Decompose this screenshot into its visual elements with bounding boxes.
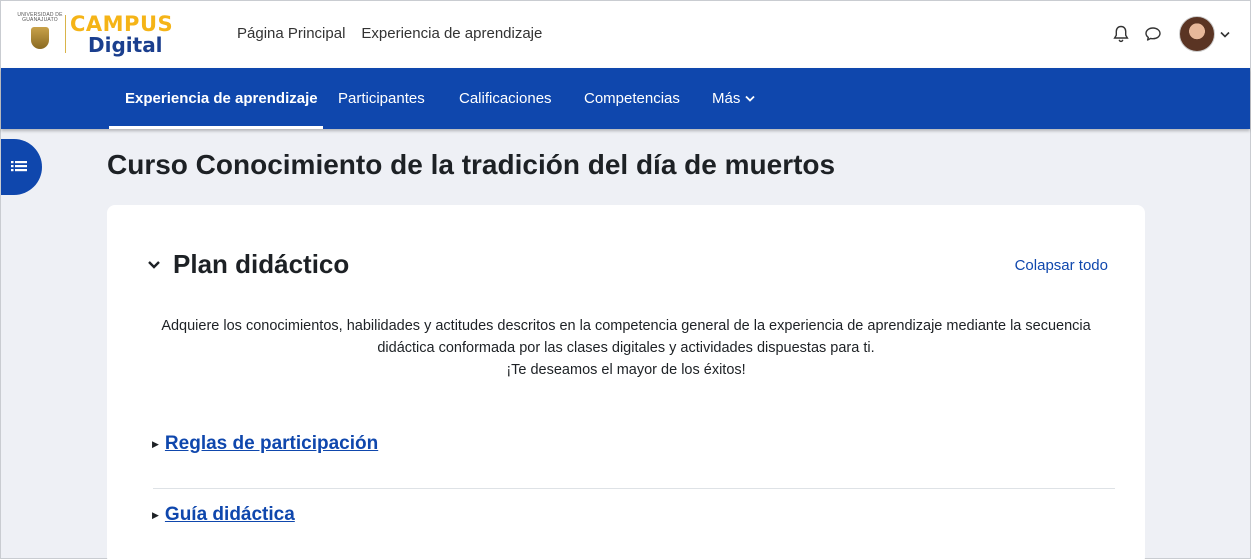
course-section-card: Plan didáctico Colapsar todo Adquiere lo… — [107, 205, 1145, 559]
tab-competencies[interactable]: Competencias — [584, 68, 680, 129]
caret-right-icon: ▶ — [152, 509, 159, 520]
digital-wordmark: Digital — [88, 32, 163, 57]
tab-more-label: Más — [712, 90, 741, 107]
activity-link-participation-rules[interactable]: Reglas de participación — [165, 433, 378, 455]
activity-item: ▶ Reglas de participación — [152, 433, 378, 455]
section-header[interactable]: Plan didáctico — [147, 249, 349, 280]
avatar[interactable] — [1179, 16, 1215, 52]
user-menu-area — [1111, 16, 1230, 52]
shield-icon — [31, 27, 49, 49]
summary-line: ¡Te deseamos el mayor de los éxitos! — [506, 362, 746, 378]
bell-icon[interactable] — [1111, 24, 1131, 44]
nav-link-learning-experience[interactable]: Experiencia de aprendizaje — [361, 25, 542, 42]
divider — [153, 488, 1115, 489]
course-index-icon — [11, 161, 27, 172]
active-tab-indicator — [109, 126, 323, 129]
tab-grades[interactable]: Calificaciones — [459, 68, 552, 129]
section-title: Plan didáctico — [173, 249, 350, 279]
campus-wordmark: CAMPUS — [70, 11, 174, 36]
tab-learning-experience[interactable]: Experiencia de aprendizaje — [125, 68, 318, 129]
nav-link-home[interactable]: Página Principal — [237, 25, 345, 42]
course-index-toggle[interactable] — [1, 139, 42, 195]
summary-line: Adquiere los conocimientos, habilidades … — [161, 318, 1091, 334]
campus-digital-wordmark: CAMPUS Digital — [70, 11, 174, 57]
activity-item: ▶ Guía didáctica — [152, 504, 295, 526]
tab-participants[interactable]: Participantes — [338, 68, 425, 129]
chevron-down-icon — [745, 95, 755, 102]
primary-navigation: Página Principal Experiencia de aprendiz… — [237, 25, 542, 42]
summary-line: didáctica conformada por las clases digi… — [377, 340, 875, 356]
chevron-down-icon[interactable] — [147, 260, 161, 270]
caret-right-icon: ▶ — [152, 438, 159, 449]
collapse-all-link[interactable]: Colapsar todo — [1015, 257, 1108, 274]
university-text: UNIVERSIDAD DE GUANAJUATO — [17, 12, 63, 23]
university-seal: UNIVERSIDAD DE GUANAJUATO — [17, 12, 63, 56]
logo-divider — [65, 15, 66, 53]
activity-link-didactic-guide[interactable]: Guía didáctica — [165, 504, 295, 526]
section-summary: Adquiere los conocimientos, habilidades … — [137, 315, 1115, 381]
page-title: Curso Conocimiento de la tradición del d… — [107, 149, 836, 180]
secondary-navigation: Experiencia de aprendizaje Participantes… — [1, 68, 1250, 129]
tab-more[interactable]: Más — [712, 68, 755, 129]
top-navbar: UNIVERSIDAD DE GUANAJUATO CAMPUS Digital… — [1, 1, 1250, 68]
site-logo[interactable]: UNIVERSIDAD DE GUANAJUATO CAMPUS Digital — [17, 12, 203, 56]
chevron-down-icon[interactable] — [1220, 25, 1230, 43]
chat-bubble-icon[interactable] — [1143, 24, 1163, 44]
